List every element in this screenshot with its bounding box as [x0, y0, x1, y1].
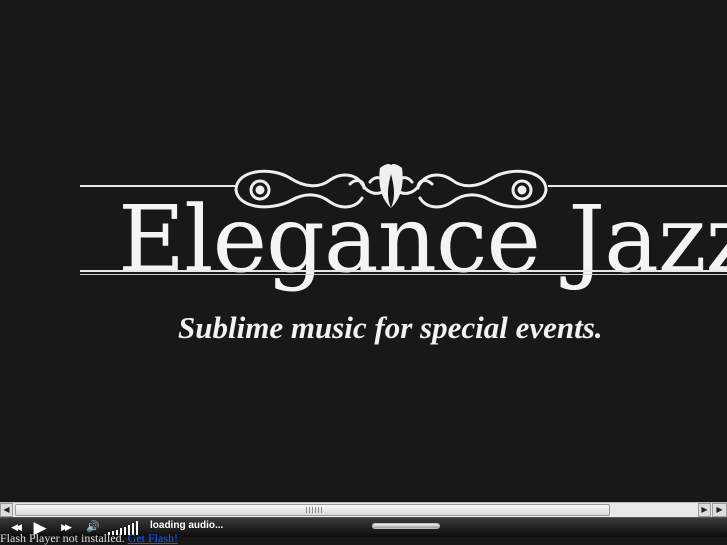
bottom-rule-inner [80, 274, 727, 275]
player-status-text: loading audio... [150, 520, 224, 531]
hero-banner: Elegance Jazz Sublime music for special … [0, 0, 727, 502]
bottom-rule-outer [80, 270, 727, 272]
horizontal-scrollbar[interactable]: ◀ ▶ ▶ [0, 502, 727, 517]
scroll-grip-icon [306, 507, 322, 513]
scroll-right-end-button[interactable]: ▶ [712, 503, 727, 517]
progress-slider[interactable] [372, 523, 440, 529]
page: Elegance Jazz Sublime music for special … [0, 0, 727, 545]
scroll-right-button[interactable]: ▶ [698, 503, 711, 517]
scroll-left-button[interactable]: ◀ [0, 503, 13, 517]
get-flash-link[interactable]: Get Flash! [128, 532, 178, 545]
brand-tagline: Sublime music for special events. [178, 310, 603, 345]
brand-title: Elegance Jazz [118, 186, 727, 293]
flash-notice: Flash Player not installed. Get Flash! [0, 532, 727, 545]
scroll-thumb[interactable] [15, 504, 610, 516]
flash-notice-text: Flash Player not installed. [0, 532, 125, 545]
